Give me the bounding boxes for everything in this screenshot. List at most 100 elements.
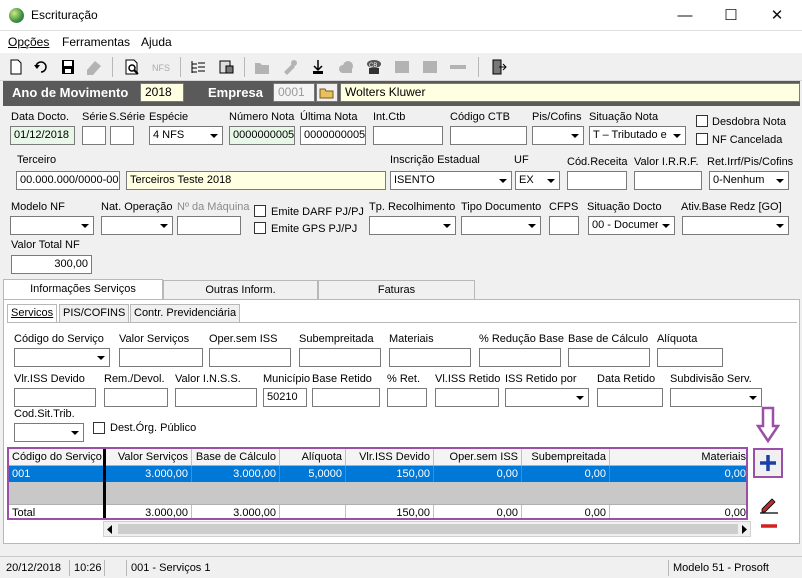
- subempreitada-field[interactable]: [299, 348, 381, 367]
- codigo-servico-select[interactable]: [14, 348, 110, 367]
- table-row[interactable]: 001 3.000,00 3.000,00 5,0000 150,00 0,00…: [9, 466, 746, 482]
- print-preview-icon[interactable]: [122, 58, 142, 76]
- grid-header-cell[interactable]: Código do Serviço: [9, 449, 104, 465]
- grid-header-cell[interactable]: Valor Serviços: [106, 449, 192, 465]
- inscricao-estadual-select[interactable]: ISENTO: [390, 171, 512, 190]
- oper-sem-iss-field[interactable]: [209, 348, 291, 367]
- pct-ret-field[interactable]: [387, 388, 427, 407]
- int-ctb-field[interactable]: [373, 126, 443, 145]
- block-icon[interactable]: [420, 58, 440, 76]
- grid-header-cell[interactable]: Materiais: [610, 449, 746, 465]
- num-maquina-field[interactable]: [177, 216, 241, 235]
- tp-recolhimento-select[interactable]: [369, 216, 456, 235]
- aliquota-field[interactable]: [657, 348, 723, 367]
- nf-cancelada-checkbox[interactable]: [696, 133, 708, 145]
- data-docto-field[interactable]: 01/12/2018: [10, 126, 75, 145]
- maximize-button[interactable]: ☐: [708, 0, 754, 31]
- iss-retido-por-select[interactable]: [505, 388, 589, 407]
- valor-inss-field[interactable]: [175, 388, 257, 407]
- vlr-iss-devido-field[interactable]: [14, 388, 96, 407]
- grid-header-cell[interactable]: Subempreitada: [522, 449, 610, 465]
- grid-header-cell[interactable]: Base de Cálculo: [192, 449, 280, 465]
- rem-devol-field[interactable]: [104, 388, 168, 407]
- new-document-icon[interactable]: [6, 58, 26, 76]
- ano-field[interactable]: 2018: [140, 83, 184, 102]
- especie-select[interactable]: 4 NFS: [149, 126, 223, 145]
- cfps-field[interactable]: [549, 216, 579, 235]
- cod-sit-trib-label: Cod.Sit.Trib.: [14, 408, 75, 420]
- numero-nota-field[interactable]: 0000000005: [229, 126, 295, 145]
- nat-operacao-select[interactable]: [101, 216, 173, 235]
- modelo-nf-select[interactable]: [10, 216, 94, 235]
- menu-ajuda[interactable]: Ajuda: [141, 35, 172, 49]
- tipo-documento-select[interactable]: [461, 216, 541, 235]
- dest-org-publico-checkbox[interactable]: [93, 422, 105, 434]
- eraser-icon[interactable]: [84, 58, 104, 76]
- scroll-thumb[interactable]: [118, 524, 738, 534]
- status-date: 20/12/2018: [6, 562, 62, 574]
- report-icon[interactable]: [216, 58, 236, 76]
- data-retido-field[interactable]: [597, 388, 663, 407]
- empresa-code-field[interactable]: 0001: [273, 83, 315, 102]
- menu-ferramentas[interactable]: Ferramentas: [62, 35, 130, 49]
- grid-header-cell[interactable]: Alíquota: [280, 449, 346, 465]
- folder-icon[interactable]: [252, 58, 272, 76]
- cb-icon[interactable]: CB: [364, 58, 384, 76]
- grid-horizontal-scrollbar[interactable]: [103, 521, 751, 537]
- emite-gps-checkbox[interactable]: [254, 222, 266, 234]
- subtab-servicos[interactable]: Servicos: [7, 304, 58, 322]
- sserie-field[interactable]: [110, 126, 134, 145]
- municipio-field[interactable]: 50210: [263, 388, 307, 407]
- minimize-button[interactable]: —: [662, 0, 708, 31]
- subtab-pis-cofins[interactable]: PIS/COFINS: [59, 304, 130, 322]
- remove-row-button[interactable]: [756, 516, 782, 536]
- tab-faturas[interactable]: Faturas: [318, 280, 475, 300]
- save-icon[interactable]: [58, 58, 78, 76]
- uf-select[interactable]: EX: [515, 171, 560, 190]
- download-icon[interactable]: [308, 58, 328, 76]
- cloud-icon[interactable]: [336, 58, 356, 76]
- valor-total-field[interactable]: 300,00: [11, 255, 92, 274]
- pis-cofins-select[interactable]: [532, 126, 584, 145]
- valor-irrf-field[interactable]: [634, 171, 702, 190]
- grid-header-cell[interactable]: Vlr.ISS Devido: [346, 449, 434, 465]
- scroll-right-icon[interactable]: [740, 525, 748, 534]
- vl-iss-retido-field[interactable]: [435, 388, 499, 407]
- nfs-icon[interactable]: NFS: [150, 58, 170, 76]
- close-button[interactable]: ✕: [754, 0, 800, 31]
- subtab-contr-previdenciaria[interactable]: Contr. Previdenciária: [130, 304, 241, 322]
- subdivisao-select[interactable]: [670, 388, 762, 407]
- tools-icon[interactable]: [280, 58, 300, 76]
- open-folder-icon[interactable]: [316, 83, 338, 102]
- exit-door-icon[interactable]: [488, 58, 508, 76]
- materiais-field[interactable]: [389, 348, 471, 367]
- grid-icon[interactable]: [392, 58, 412, 76]
- desdobra-nota-checkbox[interactable]: [696, 115, 708, 127]
- situacao-docto-select[interactable]: 00 - Documer: [588, 216, 675, 235]
- situacao-nota-select[interactable]: T – Tributado e: [589, 126, 686, 145]
- menu-opcoes[interactable]: Opções: [8, 35, 49, 49]
- minus-bar-icon[interactable]: [448, 58, 468, 76]
- ultima-nota-field[interactable]: 0000000005: [300, 126, 366, 145]
- tree-list-icon[interactable]: [188, 58, 208, 76]
- ativ-base-select[interactable]: [682, 216, 789, 235]
- emite-darf-checkbox[interactable]: [254, 205, 266, 217]
- undo-icon[interactable]: [32, 58, 52, 76]
- edit-row-button[interactable]: [756, 492, 782, 516]
- reducao-base-field[interactable]: [479, 348, 561, 367]
- add-row-button[interactable]: [753, 448, 783, 478]
- scroll-left-icon[interactable]: [106, 525, 114, 534]
- cod-receita-field[interactable]: [567, 171, 627, 190]
- grid-header-cell[interactable]: Oper.sem ISS: [434, 449, 522, 465]
- base-calculo-field[interactable]: [568, 348, 650, 367]
- materiais-label: Materiais: [389, 333, 434, 345]
- serie-field[interactable]: [82, 126, 106, 145]
- valor-servicos-field[interactable]: [119, 348, 203, 367]
- ret-irrf-select[interactable]: 0-Nenhum: [709, 171, 789, 190]
- cod-sit-trib-select[interactable]: [14, 423, 84, 442]
- tab-outras-inform[interactable]: Outras Inform.: [163, 280, 318, 300]
- tab-informacoes-servicos[interactable]: Informações Serviços: [3, 279, 163, 300]
- terceiro-code-field[interactable]: 00.000.000/0000-00: [16, 171, 120, 190]
- codigo-ctb-field[interactable]: [450, 126, 527, 145]
- base-retido-field[interactable]: [312, 388, 380, 407]
